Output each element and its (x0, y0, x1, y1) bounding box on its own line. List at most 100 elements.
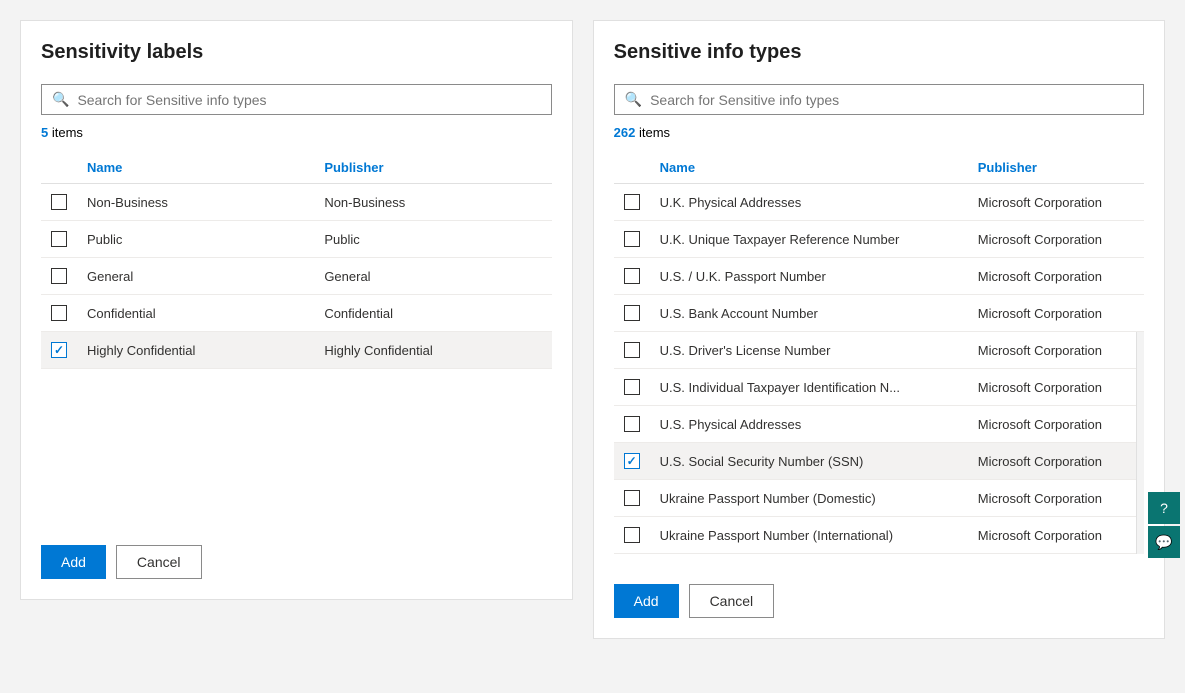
table-row[interactable]: U.S. Physical Addresses Microsoft Corpor… (614, 406, 1144, 443)
row-name: U.S. Social Security Number (SSN) (650, 443, 968, 480)
row-checkbox[interactable]: ✓ (624, 453, 640, 469)
row-name: U.S. / U.K. Passport Number (650, 258, 968, 295)
table-row[interactable]: U.K. Physical Addresses Microsoft Corpor… (614, 184, 1144, 221)
left-count-label: items (52, 125, 83, 140)
left-table: Name Publisher Non-Business Non-Business (41, 152, 552, 369)
left-search-box[interactable]: 🔍 (41, 84, 552, 115)
right-panel-title: Sensitive info types (614, 41, 1144, 64)
row-checkbox[interactable] (624, 231, 640, 247)
row-publisher: Microsoft Corporation (968, 258, 1144, 295)
checkbox-cell[interactable] (614, 221, 650, 258)
row-checkbox[interactable] (624, 416, 640, 432)
row-checkbox[interactable] (624, 194, 640, 210)
checkbox-cell[interactable]: ✓ (41, 332, 77, 369)
left-col-publisher: Publisher (314, 152, 551, 184)
row-publisher: Public (314, 221, 551, 258)
left-items-count: 5 items (41, 125, 552, 140)
table-row[interactable]: Non-Business Non-Business (41, 184, 552, 221)
row-name: Ukraine Passport Number (Domestic) (650, 480, 968, 517)
right-button-row: Add Cancel (614, 574, 1144, 618)
table-row[interactable]: U.S. Driver's License Number Microsoft C… (614, 332, 1144, 369)
right-add-button[interactable]: Add (614, 584, 679, 618)
checkbox-cell[interactable] (41, 221, 77, 258)
table-row[interactable]: U.K. Unique Taxpayer Reference Number Mi… (614, 221, 1144, 258)
row-checkbox[interactable] (51, 305, 67, 321)
right-search-icon: 🔍 (625, 91, 642, 108)
checkbox-cell[interactable] (41, 258, 77, 295)
left-panel-title: Sensitivity labels (41, 41, 552, 64)
table-row[interactable]: General General (41, 258, 552, 295)
right-col-publisher: Publisher (968, 152, 1144, 184)
left-search-input[interactable] (77, 92, 540, 108)
row-checkbox[interactable] (624, 527, 640, 543)
left-col-checkbox (41, 152, 77, 184)
help-button[interactable]: ? (1148, 492, 1180, 524)
row-name: Highly Confidential (77, 332, 314, 369)
side-action-buttons: ? 💬 (1148, 492, 1180, 558)
chat-button[interactable]: 💬 (1148, 526, 1180, 558)
sensitivity-labels-panel: Sensitivity labels 🔍 5 items Name Publis… (20, 20, 573, 600)
row-checkbox[interactable] (624, 342, 640, 358)
checkmark: ✓ (54, 343, 64, 357)
checkbox-cell[interactable] (41, 295, 77, 332)
checkbox-cell[interactable] (614, 295, 650, 332)
row-checkbox[interactable] (624, 379, 640, 395)
row-name: Public (77, 221, 314, 258)
row-checkbox[interactable] (624, 268, 640, 284)
checkbox-cell[interactable] (614, 480, 650, 517)
row-checkbox[interactable] (624, 305, 640, 321)
table-row[interactable]: Confidential Confidential (41, 295, 552, 332)
row-publisher: Microsoft Corporation (968, 332, 1144, 369)
left-table-container: Name Publisher Non-Business Non-Business (41, 152, 552, 515)
checkbox-cell[interactable] (614, 332, 650, 369)
table-row[interactable]: U.S. Bank Account Number Microsoft Corpo… (614, 295, 1144, 332)
left-cancel-button[interactable]: Cancel (116, 545, 202, 579)
chat-icon: 💬 (1155, 534, 1172, 551)
checkbox-cell[interactable] (614, 406, 650, 443)
table-row[interactable]: Ukraine Passport Number (Domestic) Micro… (614, 480, 1144, 517)
checkbox-cell[interactable] (614, 517, 650, 554)
table-row[interactable]: ✓ U.S. Social Security Number (SSN) Micr… (614, 443, 1144, 480)
row-name: Ukraine Passport Number (International) (650, 517, 968, 554)
row-publisher: Microsoft Corporation (968, 369, 1144, 406)
row-name: Confidential (77, 295, 314, 332)
right-search-box[interactable]: 🔍 (614, 84, 1144, 115)
checkbox-cell[interactable] (41, 184, 77, 221)
table-row[interactable]: ✓ Highly Confidential Highly Confidentia… (41, 332, 552, 369)
row-checkbox[interactable] (51, 231, 67, 247)
checkbox-cell[interactable]: ✓ (614, 443, 650, 480)
left-add-button[interactable]: Add (41, 545, 106, 579)
right-cancel-button[interactable]: Cancel (689, 584, 775, 618)
help-icon: ? (1160, 500, 1168, 516)
checkbox-cell[interactable] (614, 369, 650, 406)
row-name: U.S. Driver's License Number (650, 332, 968, 369)
right-count-number: 262 (614, 125, 636, 140)
checkbox-cell[interactable] (614, 258, 650, 295)
scrollbar[interactable] (1136, 332, 1144, 554)
row-checkbox[interactable]: ✓ (51, 342, 67, 358)
table-row[interactable]: Ukraine Passport Number (International) … (614, 517, 1144, 554)
row-publisher: Highly Confidential (314, 332, 551, 369)
row-name: Non-Business (77, 184, 314, 221)
row-publisher: Confidential (314, 295, 551, 332)
table-row[interactable]: U.S. Individual Taxpayer Identification … (614, 369, 1144, 406)
row-name: General (77, 258, 314, 295)
search-icon: 🔍 (52, 91, 69, 108)
right-col-name: Name (650, 152, 968, 184)
right-col-checkbox (614, 152, 650, 184)
checkmark: ✓ (627, 454, 637, 468)
right-search-input[interactable] (650, 92, 1133, 108)
row-publisher: General (314, 258, 551, 295)
right-table: Name Publisher U.K. Physical Addresses M… (614, 152, 1144, 554)
row-name: U.S. Individual Taxpayer Identification … (650, 369, 968, 406)
table-row[interactable]: Public Public (41, 221, 552, 258)
row-checkbox[interactable] (51, 194, 67, 210)
table-row[interactable]: U.S. / U.K. Passport Number Microsoft Co… (614, 258, 1144, 295)
left-col-name: Name (77, 152, 314, 184)
row-publisher: Microsoft Corporation (968, 295, 1144, 332)
row-checkbox[interactable] (51, 268, 67, 284)
row-publisher: Microsoft Corporation (968, 443, 1144, 480)
left-count-number: 5 (41, 125, 48, 140)
checkbox-cell[interactable] (614, 184, 650, 221)
row-checkbox[interactable] (624, 490, 640, 506)
